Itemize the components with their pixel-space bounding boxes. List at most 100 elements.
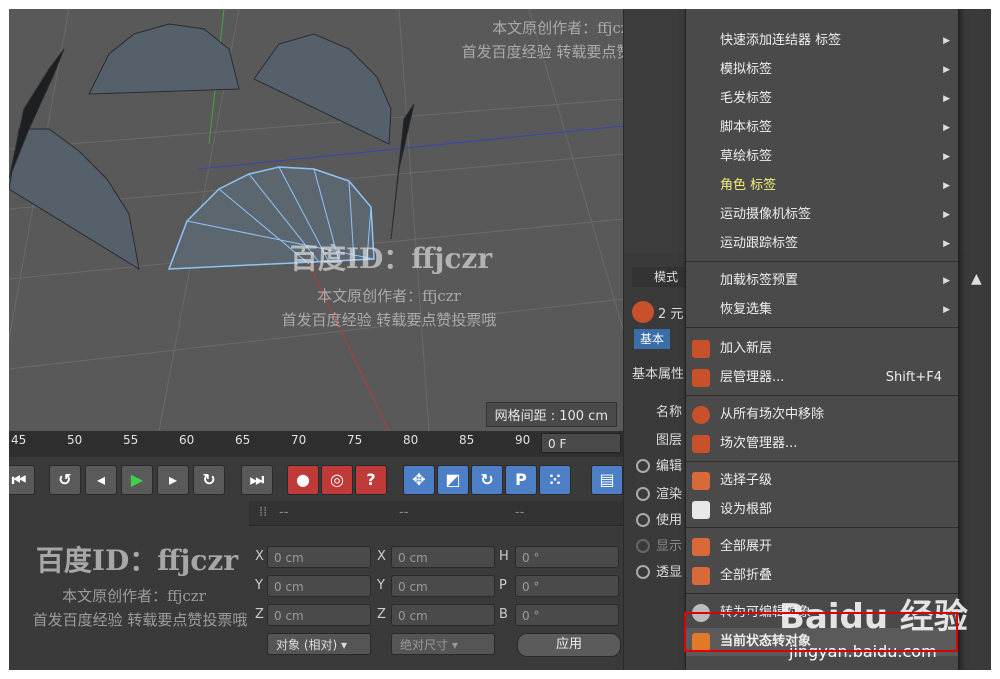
submenu-arrow-icon: ▶ [943, 123, 950, 133]
record-key-icon[interactable]: ● [287, 465, 319, 495]
menu-item-motion-tracking-tags[interactable]: 运动跟踪标签 ▶ [686, 230, 958, 258]
radio-render[interactable] [636, 487, 650, 501]
viewport-scene [9, 9, 623, 431]
tick-label: 55 [123, 433, 139, 447]
timeline-ruler[interactable]: 45 50 55 60 65 70 75 80 85 90 0 F [9, 431, 623, 457]
go-to-end-icon[interactable]: ⏭ [241, 465, 273, 495]
previous-key-icon[interactable]: ↺ [49, 465, 81, 495]
current-frame-field[interactable]: 0 F [541, 433, 621, 453]
position-y-field[interactable]: 0 cm [267, 575, 371, 597]
param-key-icon[interactable]: P [505, 465, 537, 495]
size-y-field[interactable]: 0 cm [391, 575, 495, 597]
scale-key-icon[interactable]: ◩ [437, 465, 469, 495]
menu-separator [686, 527, 958, 528]
tick-label: 45 [11, 433, 27, 447]
menu-item-restore-selection[interactable]: 恢复选集 ▶ [686, 296, 958, 324]
next-frame-icon[interactable]: ▸ [157, 465, 189, 495]
rotation-b-field[interactable]: 0 ° [515, 604, 619, 626]
attribute-mode-menu[interactable]: 模式 [632, 267, 692, 287]
position-x-field[interactable]: 0 cm [267, 546, 371, 568]
submenu-arrow-icon: ▶ [943, 210, 950, 220]
set-root-icon [692, 501, 710, 519]
position-z-field[interactable]: 0 cm [267, 604, 371, 626]
submenu-arrow-icon: ▶ [943, 94, 950, 104]
menu-item-select-children[interactable]: 选择子级 [686, 467, 958, 495]
size-mode-dropdown[interactable]: 绝对尺寸 ▾ [391, 633, 495, 655]
menu-item-take-manager[interactable]: 场次管理器... [686, 430, 958, 458]
x-axis-line [198, 125, 623, 170]
submenu-arrow-icon: ▶ [943, 181, 950, 191]
radio-display[interactable] [636, 539, 650, 553]
tick-label: 75 [347, 433, 363, 447]
menu-item-load-tag-preset[interactable]: 加载标签预置 ▶ [686, 267, 958, 295]
layer-add-icon [692, 340, 710, 358]
play-icon[interactable]: ▶ [121, 465, 153, 495]
section-title: 基本属性 [632, 367, 685, 382]
menu-item-expand-all[interactable]: 全部展开 [686, 533, 958, 561]
menu-item-layer-manager[interactable]: 层管理器... Shift+F4 [686, 364, 958, 392]
size-z-field[interactable]: 0 cm [391, 604, 495, 626]
axis-label: X [377, 549, 386, 564]
go-to-start-icon[interactable]: ⏮ [9, 465, 35, 495]
previous-frame-icon[interactable]: ◂ [85, 465, 117, 495]
radio-edit[interactable] [636, 459, 650, 473]
rotation-h-field[interactable]: 0 ° [515, 546, 619, 568]
menu-item-set-as-root[interactable]: 设为根部 [686, 496, 958, 524]
dropdown-value: 对象 (相对) [276, 638, 338, 652]
submenu-arrow-icon: ▶ [943, 65, 950, 75]
rotate-key-icon[interactable]: ↻ [471, 465, 503, 495]
tick-label: 90 [515, 433, 531, 447]
scroll-up-icon[interactable]: ▲ [971, 271, 982, 287]
menu-item-motion-camera-tags[interactable]: 运动摄像机标签 ▶ [686, 201, 958, 229]
grip-icon: ⁞⁞ [259, 505, 268, 520]
menu-item-remove-from-all-takes[interactable]: 从所有场次中移除 [686, 401, 958, 429]
radio-xray[interactable] [636, 565, 650, 579]
tick-label: 60 [179, 433, 195, 447]
menu-separator [686, 461, 958, 462]
axis-label: H [499, 549, 509, 564]
coordinate-header: ⁞⁞ -- -- -- [249, 501, 623, 526]
keyframe-selection-icon[interactable]: ? [355, 465, 387, 495]
apply-button[interactable]: 应用 [517, 633, 621, 657]
attr-label-edit: 编辑 [656, 459, 683, 474]
attr-label-render: 渲染 [656, 487, 683, 502]
axis-label: Z [377, 607, 386, 622]
submenu-arrow-icon: ▶ [943, 276, 950, 286]
autokey-icon[interactable]: ◎ [321, 465, 353, 495]
coordinate-mode-dropdown[interactable]: 对象 (相对) ▾ [267, 633, 371, 655]
tick-label: 70 [291, 433, 307, 447]
select-children-icon [692, 472, 710, 490]
menu-item-hair-tags[interactable]: 毛发标签 ▶ [686, 85, 958, 113]
attr-label-xray: 透显 [656, 565, 683, 580]
watermark-id: 百度ID：ffjczr [289, 242, 493, 275]
submenu-arrow-icon: ▶ [943, 152, 950, 162]
menu-separator [686, 327, 958, 328]
3d-viewport[interactable]: 网格间距 : 100 cm 百度ID：ffjczr 本文原创作者：ffjczr … [9, 9, 623, 431]
radio-use[interactable] [636, 513, 650, 527]
move-key-icon[interactable]: ✥ [403, 465, 435, 495]
menu-item-collapse-all[interactable]: 全部折叠 [686, 562, 958, 590]
watermark-note-top: 首发百度经验 转载要点赞投票哦 [461, 43, 623, 61]
attr-label-layer: 图层 [656, 433, 683, 448]
submenu-arrow-icon: ▶ [943, 36, 950, 46]
watermark-author-lower: 本文原创作者：ffjczr [62, 587, 206, 605]
size-x-field[interactable]: 0 cm [391, 546, 495, 568]
pla-key-icon[interactable]: ⁙ [539, 465, 571, 495]
menu-item-character-tags[interactable]: 角色 标签 ▶ [686, 172, 958, 200]
dropdown-value: 绝对尺寸 [400, 638, 449, 652]
column-header: -- [279, 505, 289, 520]
panel-scrollbar[interactable]: ▲ [967, 9, 991, 670]
menu-item-add-new-layer[interactable]: 加入新层 [686, 335, 958, 363]
tab-basic[interactable]: 基本 [634, 329, 670, 349]
next-key-icon[interactable]: ↻ [193, 465, 225, 495]
menu-item-sketch-tags[interactable]: 草绘标签 ▶ [686, 143, 958, 171]
menu-item-quick-connector-tag[interactable]: 快速添加连结器 标签 ▶ [686, 27, 958, 55]
take-remove-icon [692, 406, 710, 424]
timeline-icon[interactable]: ▤ [591, 465, 623, 495]
menu-item-script-tags[interactable]: 脚本标签 ▶ [686, 114, 958, 142]
menu-item-simulation-tags[interactable]: 模拟标签 ▶ [686, 56, 958, 84]
axis-label: B [499, 607, 508, 622]
attr-label-display: 显示 [656, 539, 683, 554]
grid-spacing-readout: 网格间距 : 100 cm [485, 402, 617, 427]
rotation-p-field[interactable]: 0 ° [515, 575, 619, 597]
